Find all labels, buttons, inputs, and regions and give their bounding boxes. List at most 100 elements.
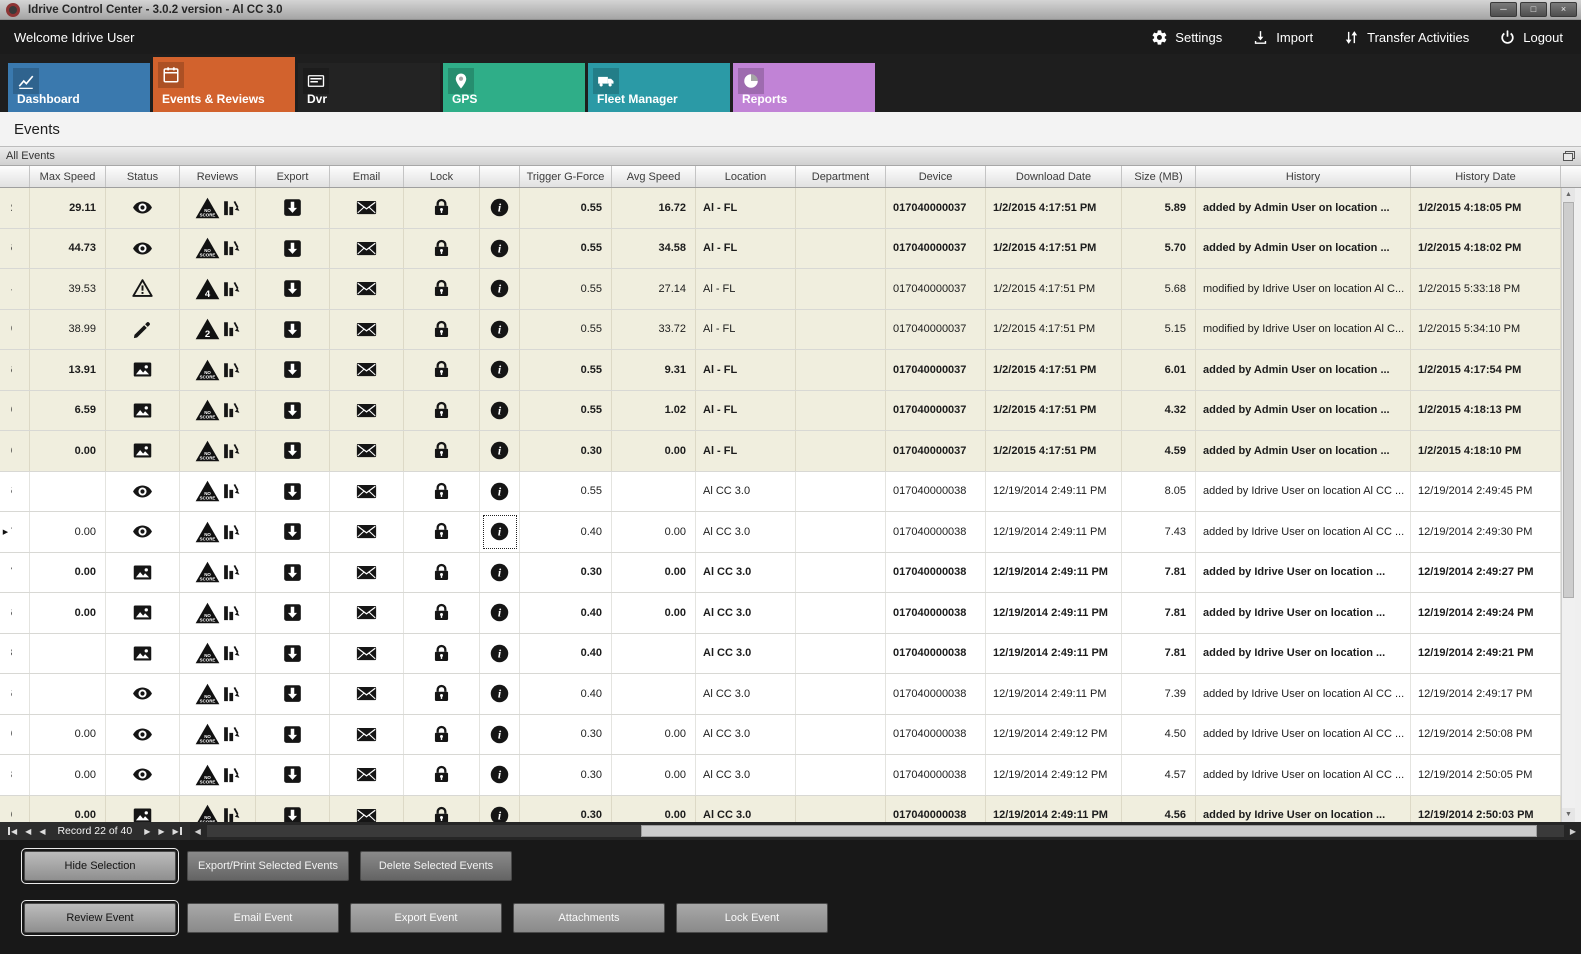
column-header-device[interactable]: Device [886,166,986,187]
table-row[interactable]: 644.73NOSCORE0.5534.58Al - FL01704000003… [0,229,1561,270]
close-button[interactable]: × [1550,2,1577,17]
cell-export[interactable] [256,634,330,674]
cell-export[interactable] [256,391,330,431]
restore-panel-icon[interactable] [1563,151,1575,161]
minimize-button[interactable]: ─ [1490,2,1517,17]
review-event-button[interactable]: Review Event [24,903,176,933]
column-header-size-mb[interactable]: Size (MB) [1122,166,1196,187]
cell-export[interactable] [256,310,330,350]
cell-lock[interactable] [404,350,480,390]
cell-info[interactable] [480,188,520,228]
prev-record-button[interactable]: ◀ [39,827,45,836]
table-row[interactable]: 80.00NOSCORE0.300.00Al CC 3.001704000003… [0,755,1561,796]
cell-export[interactable] [256,512,330,552]
cell-export[interactable] [256,229,330,269]
logout-action[interactable]: Logout [1499,29,1563,46]
cell-lock[interactable] [404,634,480,674]
cell-status[interactable] [106,593,180,633]
cell-lock[interactable] [404,715,480,755]
lock-event-button[interactable]: Lock Event [676,903,828,933]
import-action[interactable]: Import [1252,29,1313,46]
attachments-button[interactable]: Attachments [513,903,665,933]
cell-lock[interactable] [404,188,480,228]
tab-fleet-manager[interactable]: Fleet Manager [588,63,730,112]
cell-export[interactable] [256,593,330,633]
cell-reviews[interactable]: NOSCORE [180,634,256,674]
cell-info[interactable] [480,269,520,309]
cell-email[interactable] [330,512,404,552]
export-print-selected-events-button[interactable]: Export/Print Selected Events [187,851,349,881]
cell-email[interactable] [330,553,404,593]
table-row[interactable]: 6NOSCORE0.55Al CC 3.001704000003812/19/2… [0,472,1561,513]
export-event-button[interactable]: Export Event [350,903,502,933]
table-row[interactable]: 00.00NOSCORE0.300.00Al - FL0170400000371… [0,431,1561,472]
scroll-down-icon[interactable]: ▼ [1562,808,1575,822]
cell-info[interactable] [480,310,520,350]
cell-email[interactable] [330,472,404,512]
last-record-button[interactable]: ▶ [173,827,182,836]
cell-export[interactable] [256,796,330,823]
cell-email[interactable] [330,755,404,795]
cell-export[interactable] [256,755,330,795]
cell-status[interactable] [106,553,180,593]
cell-info[interactable] [480,431,520,471]
cell-lock[interactable] [404,512,480,552]
cell-email[interactable] [330,391,404,431]
cell-lock[interactable] [404,431,480,471]
column-header-history-date[interactable]: History Date [1411,166,1561,187]
cell-reviews[interactable]: NOSCORE [180,512,256,552]
tab-gps[interactable]: GPS [443,63,585,112]
cell-export[interactable] [256,674,330,714]
cell-status[interactable] [106,269,180,309]
cell-lock[interactable] [404,472,480,512]
cell-email[interactable] [330,350,404,390]
cell-lock[interactable] [404,391,480,431]
tab-reports[interactable]: Reports [733,63,875,112]
cell-reviews[interactable]: NOSCORE [180,472,256,512]
cell-status[interactable] [106,796,180,823]
cell-reviews[interactable]: NOSCORE [180,796,256,823]
cell-email[interactable] [330,674,404,714]
cell-status[interactable] [106,229,180,269]
cell-email[interactable] [330,634,404,674]
table-row[interactable]: 439.5340.5527.14Al - FL0170400000371/2/2… [0,269,1561,310]
cell-status[interactable] [106,715,180,755]
table-row[interactable]: 00.00NOSCORE0.300.00Al CC 3.001704000003… [0,796,1561,823]
cell-email[interactable] [330,715,404,755]
email-event-button[interactable]: Email Event [187,903,339,933]
cell-reviews[interactable]: NOSCORE [180,593,256,633]
table-row[interactable]: 00.00NOSCORE0.300.00Al CC 3.001704000003… [0,715,1561,756]
maximize-button[interactable]: □ [1520,2,1547,17]
cell-export[interactable] [256,188,330,228]
table-row[interactable]: 70.00NOSCORE0.300.00Al CC 3.001704000003… [0,553,1561,594]
vertical-scroll-track[interactable] [1562,202,1575,808]
column-header-reviews[interactable]: Reviews [180,166,256,187]
delete-selected-events-button[interactable]: Delete Selected Events [360,851,512,881]
column-header-status[interactable]: Status [106,166,180,187]
cell-lock[interactable] [404,674,480,714]
scroll-right-icon[interactable]: ▶ [1565,827,1581,836]
cell-export[interactable] [256,431,330,471]
cell-email[interactable] [330,229,404,269]
cell-status[interactable] [106,755,180,795]
cell-export[interactable] [256,350,330,390]
cell-email[interactable] [330,188,404,228]
column-header-max-speed[interactable]: Max Speed [30,166,106,187]
cell-lock[interactable] [404,553,480,593]
cell-info[interactable] [480,755,520,795]
table-row[interactable]: 60.00NOSCORE0.400.00Al CC 3.001704000003… [0,593,1561,634]
cell-info[interactable] [480,229,520,269]
cell-reviews[interactable]: NOSCORE [180,715,256,755]
scroll-up-icon[interactable]: ▲ [1562,188,1575,202]
cell-lock[interactable] [404,755,480,795]
cell-reviews[interactable]: NOSCORE [180,553,256,593]
table-row[interactable]: 06.59NOSCORE0.551.02Al - FL0170400000371… [0,391,1561,432]
cell-status[interactable] [106,350,180,390]
cell-lock[interactable] [404,269,480,309]
horizontal-scrollbar[interactable]: ◀ ▶ [190,822,1581,840]
cell-info[interactable] [480,512,520,552]
cell-status[interactable] [106,310,180,350]
column-header-info[interactable] [480,166,520,187]
cell-reviews[interactable]: NOSCORE [180,755,256,795]
cell-lock[interactable] [404,229,480,269]
